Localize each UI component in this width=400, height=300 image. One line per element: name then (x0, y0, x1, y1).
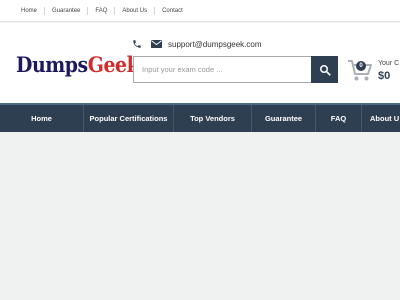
nav-item-guarantee[interactable]: Guarantee (252, 105, 316, 132)
logo-accent-text: Geek (87, 52, 140, 77)
search-icon (319, 64, 331, 76)
cart-count-badge: 0 (356, 61, 366, 71)
top-link-home[interactable]: Home (14, 7, 46, 15)
search-button[interactable] (311, 56, 338, 83)
top-link-about-us[interactable]: About Us (115, 7, 156, 15)
top-links: Home Guarantee FAQ About Us Contact (14, 0, 190, 22)
cart-label: Your C (378, 60, 400, 67)
site-logo[interactable]: DumpsGeek (16, 52, 140, 77)
page-content-area (0, 132, 400, 300)
top-link-guarantee[interactable]: Guarantee (45, 7, 89, 15)
exam-search-input[interactable] (133, 56, 311, 83)
top-link-contact[interactable]: Contact (155, 7, 190, 15)
site-header: DumpsGeek support@dumpsgeek.com 0 Your C… (0, 23, 400, 103)
search-bar (133, 56, 338, 83)
top-bar: Home Guarantee FAQ About Us Contact (0, 0, 400, 22)
main-nav: Home Popular Certifications Top Vendors … (0, 103, 400, 132)
contact-info: support@dumpsgeek.com (132, 39, 262, 49)
support-email[interactable]: support@dumpsgeek.com (168, 40, 262, 49)
logo-main-text: Dumps (16, 52, 88, 77)
nav-item-about-us[interactable]: About U (362, 105, 400, 132)
nav-item-home[interactable]: Home (0, 105, 84, 132)
mail-icon (151, 40, 162, 48)
top-link-faq[interactable]: FAQ (88, 7, 116, 15)
nav-item-faq[interactable]: FAQ (316, 105, 362, 132)
phone-icon (133, 40, 141, 48)
nav-item-popular-certifications[interactable]: Popular Certifications (84, 105, 174, 132)
cart-total[interactable]: $0 (378, 70, 390, 82)
nav-item-top-vendors[interactable]: Top Vendors (174, 105, 252, 132)
